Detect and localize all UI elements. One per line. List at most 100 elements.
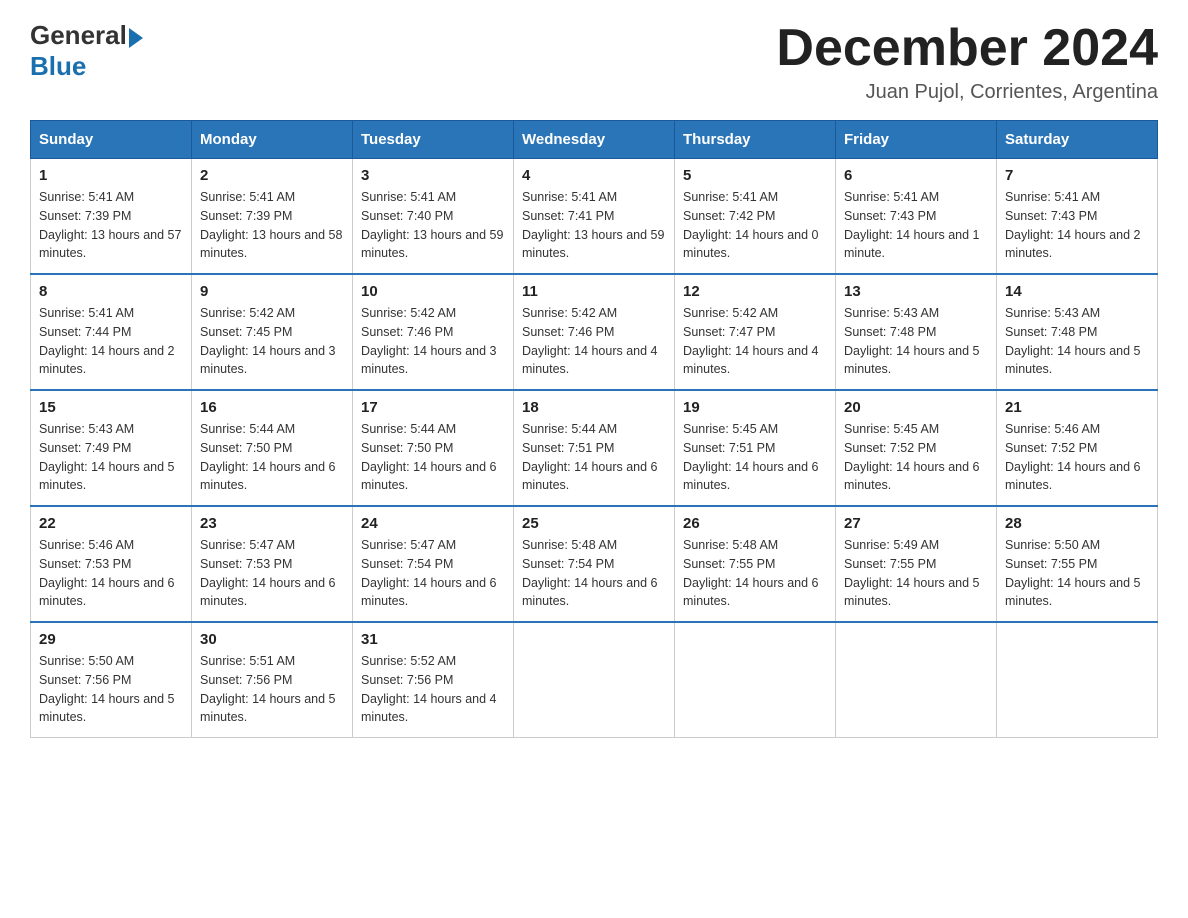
table-row: 27 Sunrise: 5:49 AMSunset: 7:55 PMDaylig… — [836, 506, 997, 622]
table-row: 31 Sunrise: 5:52 AMSunset: 7:56 PMDaylig… — [353, 622, 514, 738]
table-row: 5 Sunrise: 5:41 AMSunset: 7:42 PMDayligh… — [675, 159, 836, 275]
day-number: 15 — [39, 399, 183, 416]
col-saturday: Saturday — [997, 121, 1158, 159]
day-number: 21 — [1005, 399, 1149, 416]
day-info: Sunrise: 5:50 AMSunset: 7:55 PMDaylight:… — [1005, 536, 1149, 611]
col-tuesday: Tuesday — [353, 121, 514, 159]
day-info: Sunrise: 5:45 AMSunset: 7:51 PMDaylight:… — [683, 420, 827, 495]
table-row: 12 Sunrise: 5:42 AMSunset: 7:47 PMDaylig… — [675, 274, 836, 390]
day-number: 31 — [361, 631, 505, 648]
day-number: 14 — [1005, 283, 1149, 300]
col-thursday: Thursday — [675, 121, 836, 159]
day-number: 6 — [844, 167, 988, 184]
day-number: 3 — [361, 167, 505, 184]
table-row: 22 Sunrise: 5:46 AMSunset: 7:53 PMDaylig… — [31, 506, 192, 622]
location-title: Juan Pujol, Corrientes, Argentina — [776, 81, 1158, 104]
day-info: Sunrise: 5:50 AMSunset: 7:56 PMDaylight:… — [39, 652, 183, 727]
day-number: 7 — [1005, 167, 1149, 184]
day-info: Sunrise: 5:42 AMSunset: 7:47 PMDaylight:… — [683, 304, 827, 379]
day-info: Sunrise: 5:46 AMSunset: 7:52 PMDaylight:… — [1005, 420, 1149, 495]
day-number: 28 — [1005, 515, 1149, 532]
table-row: 18 Sunrise: 5:44 AMSunset: 7:51 PMDaylig… — [514, 390, 675, 506]
table-row: 10 Sunrise: 5:42 AMSunset: 7:46 PMDaylig… — [353, 274, 514, 390]
calendar-table: Sunday Monday Tuesday Wednesday Thursday… — [30, 120, 1158, 738]
logo-arrow-icon — [129, 28, 143, 48]
col-friday: Friday — [836, 121, 997, 159]
day-info: Sunrise: 5:45 AMSunset: 7:52 PMDaylight:… — [844, 420, 988, 495]
table-row: 15 Sunrise: 5:43 AMSunset: 7:49 PMDaylig… — [31, 390, 192, 506]
day-number: 27 — [844, 515, 988, 532]
day-info: Sunrise: 5:44 AMSunset: 7:50 PMDaylight:… — [200, 420, 344, 495]
table-row: 8 Sunrise: 5:41 AMSunset: 7:44 PMDayligh… — [31, 274, 192, 390]
day-info: Sunrise: 5:44 AMSunset: 7:50 PMDaylight:… — [361, 420, 505, 495]
day-info: Sunrise: 5:41 AMSunset: 7:39 PMDaylight:… — [39, 188, 183, 263]
table-row: 13 Sunrise: 5:43 AMSunset: 7:48 PMDaylig… — [836, 274, 997, 390]
table-row: 14 Sunrise: 5:43 AMSunset: 7:48 PMDaylig… — [997, 274, 1158, 390]
table-row: 21 Sunrise: 5:46 AMSunset: 7:52 PMDaylig… — [997, 390, 1158, 506]
day-number: 5 — [683, 167, 827, 184]
table-row: 28 Sunrise: 5:50 AMSunset: 7:55 PMDaylig… — [997, 506, 1158, 622]
month-title: December 2024 — [776, 20, 1158, 77]
day-info: Sunrise: 5:47 AMSunset: 7:53 PMDaylight:… — [200, 536, 344, 611]
day-info: Sunrise: 5:47 AMSunset: 7:54 PMDaylight:… — [361, 536, 505, 611]
table-row — [836, 622, 997, 738]
day-number: 20 — [844, 399, 988, 416]
col-monday: Monday — [192, 121, 353, 159]
day-info: Sunrise: 5:46 AMSunset: 7:53 PMDaylight:… — [39, 536, 183, 611]
table-row: 25 Sunrise: 5:48 AMSunset: 7:54 PMDaylig… — [514, 506, 675, 622]
table-row: 17 Sunrise: 5:44 AMSunset: 7:50 PMDaylig… — [353, 390, 514, 506]
table-row: 20 Sunrise: 5:45 AMSunset: 7:52 PMDaylig… — [836, 390, 997, 506]
table-row — [997, 622, 1158, 738]
day-info: Sunrise: 5:41 AMSunset: 7:44 PMDaylight:… — [39, 304, 183, 379]
table-row: 1 Sunrise: 5:41 AMSunset: 7:39 PMDayligh… — [31, 159, 192, 275]
table-row: 19 Sunrise: 5:45 AMSunset: 7:51 PMDaylig… — [675, 390, 836, 506]
table-row: 30 Sunrise: 5:51 AMSunset: 7:56 PMDaylig… — [192, 622, 353, 738]
title-block: December 2024 Juan Pujol, Corrientes, Ar… — [776, 20, 1158, 104]
day-info: Sunrise: 5:48 AMSunset: 7:55 PMDaylight:… — [683, 536, 827, 611]
day-number: 23 — [200, 515, 344, 532]
day-number: 29 — [39, 631, 183, 648]
day-info: Sunrise: 5:41 AMSunset: 7:40 PMDaylight:… — [361, 188, 505, 263]
day-number: 9 — [200, 283, 344, 300]
day-info: Sunrise: 5:42 AMSunset: 7:45 PMDaylight:… — [200, 304, 344, 379]
table-row — [514, 622, 675, 738]
table-row: 29 Sunrise: 5:50 AMSunset: 7:56 PMDaylig… — [31, 622, 192, 738]
page-header: General Blue December 2024 Juan Pujol, C… — [30, 20, 1158, 104]
day-number: 24 — [361, 515, 505, 532]
day-number: 17 — [361, 399, 505, 416]
table-row: 3 Sunrise: 5:41 AMSunset: 7:40 PMDayligh… — [353, 159, 514, 275]
col-wednesday: Wednesday — [514, 121, 675, 159]
day-number: 16 — [200, 399, 344, 416]
table-row: 9 Sunrise: 5:42 AMSunset: 7:45 PMDayligh… — [192, 274, 353, 390]
day-info: Sunrise: 5:41 AMSunset: 7:41 PMDaylight:… — [522, 188, 666, 263]
calendar-header-row: Sunday Monday Tuesday Wednesday Thursday… — [31, 121, 1158, 159]
day-number: 13 — [844, 283, 988, 300]
logo-blue-text: Blue — [30, 51, 86, 82]
day-info: Sunrise: 5:41 AMSunset: 7:43 PMDaylight:… — [1005, 188, 1149, 263]
day-info: Sunrise: 5:42 AMSunset: 7:46 PMDaylight:… — [522, 304, 666, 379]
day-info: Sunrise: 5:43 AMSunset: 7:48 PMDaylight:… — [1005, 304, 1149, 379]
day-number: 1 — [39, 167, 183, 184]
table-row: 26 Sunrise: 5:48 AMSunset: 7:55 PMDaylig… — [675, 506, 836, 622]
day-info: Sunrise: 5:43 AMSunset: 7:48 PMDaylight:… — [844, 304, 988, 379]
day-info: Sunrise: 5:51 AMSunset: 7:56 PMDaylight:… — [200, 652, 344, 727]
day-info: Sunrise: 5:52 AMSunset: 7:56 PMDaylight:… — [361, 652, 505, 727]
day-info: Sunrise: 5:43 AMSunset: 7:49 PMDaylight:… — [39, 420, 183, 495]
day-info: Sunrise: 5:48 AMSunset: 7:54 PMDaylight:… — [522, 536, 666, 611]
day-info: Sunrise: 5:41 AMSunset: 7:43 PMDaylight:… — [844, 188, 988, 263]
table-row: 4 Sunrise: 5:41 AMSunset: 7:41 PMDayligh… — [514, 159, 675, 275]
table-row — [675, 622, 836, 738]
day-info: Sunrise: 5:41 AMSunset: 7:42 PMDaylight:… — [683, 188, 827, 263]
day-number: 25 — [522, 515, 666, 532]
day-number: 4 — [522, 167, 666, 184]
day-number: 2 — [200, 167, 344, 184]
day-info: Sunrise: 5:44 AMSunset: 7:51 PMDaylight:… — [522, 420, 666, 495]
table-row: 23 Sunrise: 5:47 AMSunset: 7:53 PMDaylig… — [192, 506, 353, 622]
logo: General Blue — [30, 20, 143, 82]
day-info: Sunrise: 5:49 AMSunset: 7:55 PMDaylight:… — [844, 536, 988, 611]
logo-general-text: General — [30, 20, 127, 51]
day-number: 22 — [39, 515, 183, 532]
day-number: 18 — [522, 399, 666, 416]
day-number: 26 — [683, 515, 827, 532]
day-number: 30 — [200, 631, 344, 648]
